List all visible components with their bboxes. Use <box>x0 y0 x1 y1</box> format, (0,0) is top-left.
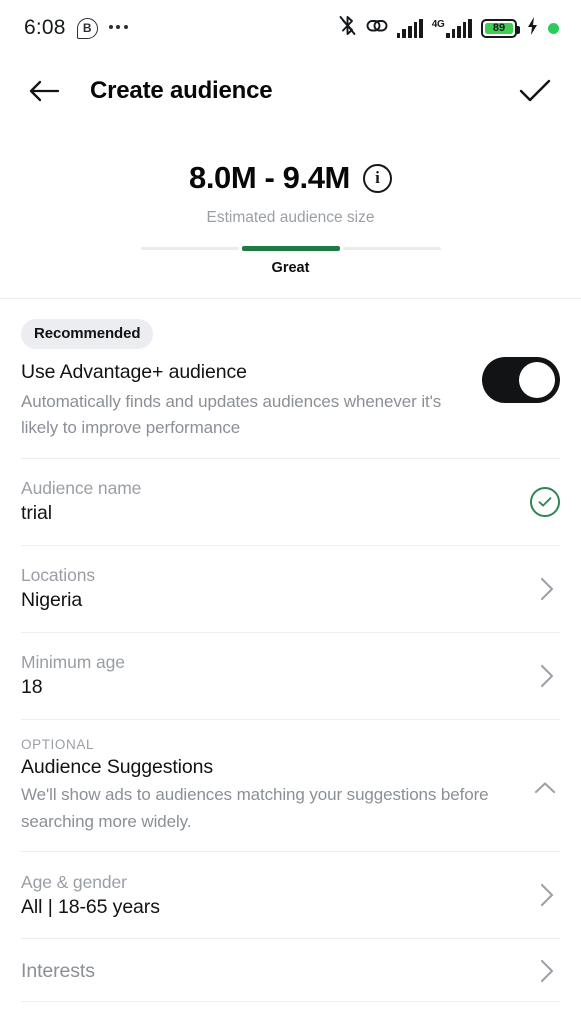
estimate-value-row: 8.0M - 9.4M i <box>0 160 581 196</box>
field-text-group: Interests <box>21 960 534 983</box>
audience-quality-label: Great <box>271 260 310 276</box>
signal-bars-icon <box>396 18 423 38</box>
toggle-knob <box>519 362 555 398</box>
status-time: 6:08 <box>24 16 66 39</box>
link-icon <box>366 16 388 41</box>
battery-icon: 89 <box>481 18 520 38</box>
meter-segment-broad <box>342 247 441 250</box>
field-row-interests[interactable]: Interests <box>21 939 560 1001</box>
meter-segment-great <box>241 246 340 251</box>
status-bar-right: 4G 89 <box>338 15 559 41</box>
app-bar: Create audience <box>0 56 581 126</box>
advantage-audience-toggle[interactable] <box>482 357 560 403</box>
field-text-group: Age & gender All | 18-65 years <box>21 872 534 919</box>
field-row-audience-name[interactable]: Audience name trial <box>21 459 560 545</box>
estimate-subtitle: Estimated audience size <box>206 209 375 226</box>
chevron-right-icon <box>534 576 560 602</box>
more-horizontal-icon <box>108 24 128 32</box>
section-description: We'll show ads to audiences matching you… <box>21 784 489 831</box>
green-status-dot-icon <box>548 22 559 34</box>
meter-segment-low <box>140 247 239 250</box>
chevron-right-icon <box>534 663 560 689</box>
advantage-description: Automatically finds and updates audience… <box>21 392 442 438</box>
audience-estimate-panel: 8.0M - 9.4M i Estimated audience size Gr… <box>0 126 581 299</box>
app-screen: 6:08 B 4G 89 Create audience 8.0M - 9.4M… <box>0 0 581 1024</box>
audience-quality-meter <box>140 246 441 251</box>
field-label: Minimum age <box>21 652 125 673</box>
arrow-left-icon[interactable] <box>22 69 66 113</box>
optional-label: OPTIONAL <box>21 736 95 752</box>
recommended-badge: Recommended <box>21 319 154 349</box>
field-value: trial <box>21 502 52 525</box>
bluetooth-off-icon <box>338 15 357 41</box>
field-value: 18 <box>21 676 43 699</box>
section-title: Audience Suggestions <box>21 755 214 778</box>
signal-bars-4g-icon: 4G <box>431 18 472 38</box>
network-type-label: 4G <box>431 18 445 30</box>
divider <box>21 1001 560 1003</box>
check-circle-icon <box>530 486 560 517</box>
status-bar: 6:08 B 4G 89 <box>0 0 581 56</box>
field-row-locations[interactable]: Locations Nigeria <box>21 546 560 632</box>
field-row-minimum-age[interactable]: Minimum age 18 <box>21 633 560 719</box>
field-row-age-and-gender[interactable]: Age & gender All | 18-65 years <box>21 852 560 938</box>
messaging-badge-icon: B <box>76 17 98 39</box>
field-text-group: Minimum age 18 <box>21 652 534 699</box>
audience-form: Recommended Use Advantage+ audience Auto… <box>0 299 581 1003</box>
battery-percent-label: 89 <box>492 21 506 34</box>
advantage-text-group: Recommended Use Advantage+ audience Auto… <box>21 319 482 442</box>
field-value: All | 18-65 years <box>21 895 160 918</box>
page-title: Create audience <box>90 77 273 104</box>
advantage-audience-block: Recommended Use Advantage+ audience Auto… <box>21 299 560 458</box>
field-label: Age & gender <box>21 871 127 892</box>
field-label: Locations <box>21 565 96 586</box>
field-label: Interests <box>21 959 95 982</box>
section-text-group: OPTIONAL Audience Suggestions We'll show… <box>21 737 530 836</box>
chevron-right-icon <box>534 882 560 908</box>
field-label: Audience name <box>21 478 142 499</box>
advantage-title: Use Advantage+ audience <box>21 361 247 383</box>
chevron-up-icon[interactable] <box>530 773 560 803</box>
field-value: Nigeria <box>21 589 83 612</box>
status-bar-left: 6:08 B <box>24 16 128 40</box>
estimated-audience-size-value: 8.0M - 9.4M <box>189 160 350 195</box>
checkmark-icon[interactable] <box>513 69 557 113</box>
charging-bolt-icon <box>526 16 539 41</box>
info-circle-icon[interactable]: i <box>362 163 392 193</box>
audience-suggestions-section: OPTIONAL Audience Suggestions We'll show… <box>21 720 560 852</box>
chevron-right-icon <box>534 958 560 984</box>
field-text-group: Locations Nigeria <box>21 565 534 612</box>
field-text-group: Audience name trial <box>21 478 530 525</box>
